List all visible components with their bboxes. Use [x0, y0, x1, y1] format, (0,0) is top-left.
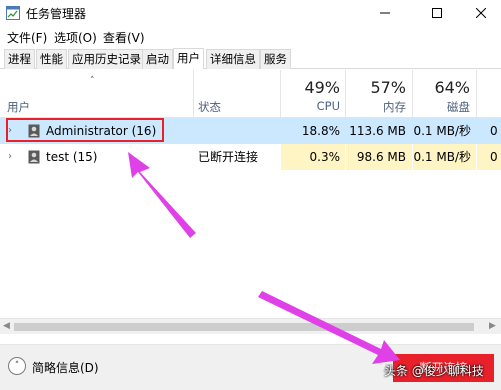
sort-up-icon: ˄ [90, 76, 95, 86]
column-status[interactable]: 状态 [198, 99, 221, 115]
disk-value: 0.1 MB/秒 [413, 124, 471, 138]
column-divider [476, 70, 477, 118]
column-header: ˄ 用户 状态 49% CPU 57% 内存 64% 磁盘 [0, 70, 501, 118]
menu-view[interactable]: 查看(V) [103, 29, 145, 46]
horizontal-scrollbar[interactable]: ◀ ▶ [0, 318, 501, 334]
chevron-up-icon[interactable]: ˄ [8, 357, 26, 375]
tab-bar: 进程 性能 应用历史记录 启动 用户 详细信息 服务 [0, 46, 501, 69]
table-row[interactable]: › test (15) 已断开连接 0.3% 98.6 MB 0.1 MB/秒 … [0, 144, 501, 170]
extra-value: 0 [490, 124, 498, 138]
disk-total: 64% [434, 78, 470, 97]
extra-value: 0 [477, 144, 501, 170]
menu-bar: 文件(F) 选项(O) 查看(V) [0, 26, 501, 46]
scroll-right-icon[interactable]: ▶ [489, 321, 496, 331]
tab-details[interactable]: 详细信息 [206, 49, 260, 69]
tab-processes[interactable]: 进程 [4, 49, 35, 69]
maximize-button[interactable] [414, 0, 460, 26]
column-cpu[interactable]: CPU [290, 99, 340, 113]
column-divider [412, 70, 413, 118]
user-name: test (15) [46, 150, 98, 164]
user-icon [28, 150, 40, 164]
column-memory[interactable]: 内存 [356, 99, 406, 115]
window-title: 任务管理器 [26, 7, 87, 21]
task-manager-icon [6, 6, 20, 20]
user-status: 已断开连接 [198, 150, 259, 164]
title-bar: 任务管理器 [0, 0, 501, 26]
tab-performance[interactable]: 性能 [36, 49, 67, 69]
cpu-value: 18.8% [301, 124, 340, 138]
tab-app-history[interactable]: 应用历史记录 [68, 49, 145, 69]
minimize-icon [380, 12, 390, 14]
menu-file[interactable]: 文件(F) [7, 29, 47, 46]
minimize-button[interactable] [362, 0, 408, 26]
close-button[interactable] [458, 0, 501, 26]
menu-options[interactable]: 选项(O) [54, 29, 97, 46]
column-divider [280, 70, 281, 118]
memory-value: 113.6 MB [349, 124, 406, 138]
tab-services[interactable]: 服务 [260, 49, 291, 69]
scrollbar-thumb[interactable] [14, 323, 474, 331]
memory-total: 57% [370, 78, 406, 97]
chevron-right-icon[interactable]: › [8, 144, 12, 170]
highlight-box [6, 118, 164, 142]
tab-users[interactable]: 用户 [173, 48, 204, 69]
fewer-details-link[interactable]: 简略信息(D) [32, 359, 99, 376]
column-divider [345, 70, 346, 118]
maximize-icon [432, 8, 442, 18]
column-disk[interactable]: 磁盘 [420, 99, 470, 115]
memory-value: 98.6 MB [346, 144, 412, 170]
cpu-value: 0.3% [281, 144, 345, 170]
close-icon [476, 8, 486, 18]
tab-startup[interactable]: 启动 [142, 49, 173, 69]
watermark: 头条 @俊少聊科技 [384, 364, 484, 378]
column-user[interactable]: 用户 [7, 99, 30, 115]
disk-value: 0.1 MB/秒 [413, 144, 476, 170]
column-divider [193, 70, 194, 118]
scroll-left-icon[interactable]: ◀ [3, 321, 10, 331]
cpu-total: 49% [304, 78, 340, 97]
